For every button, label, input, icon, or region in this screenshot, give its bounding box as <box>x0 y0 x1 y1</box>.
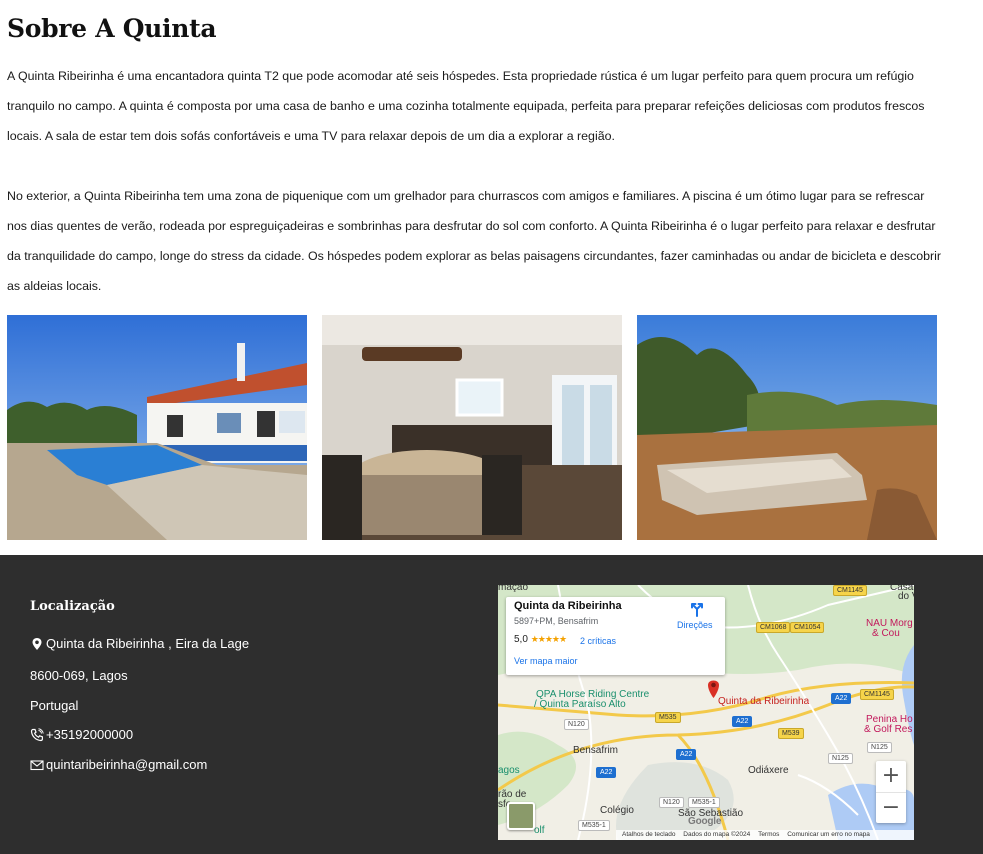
zoom-out-button[interactable]: − <box>876 792 906 823</box>
phone-line[interactable]: +35192000000 <box>30 727 133 742</box>
place-name: Quinta da Ribeirinha <box>514 600 622 612</box>
map-label-golf: olf <box>534 825 545 836</box>
directions-icon[interactable] <box>689 601 705 617</box>
zoom-controls: + − <box>876 761 906 823</box>
road-tag: A22 <box>676 749 697 760</box>
phone-icon <box>30 727 44 742</box>
map-label-top-right-2: do V <box>898 591 914 602</box>
email-line[interactable]: quintaribeirinha@gmail.com <box>30 757 207 772</box>
address-line-1-text: Quinta da Ribeirinha , Eira da Lage <box>46 636 250 651</box>
road-tag: CM1068 <box>756 622 791 633</box>
place-rating: 5,0 ★★★★★ <box>514 634 567 645</box>
road-tag: A22 <box>596 767 617 778</box>
envelope-icon <box>30 758 44 772</box>
kitchen-dining-photo[interactable] <box>322 315 622 540</box>
map-label-penina-2: & Golf Res <box>864 724 913 735</box>
view-larger-map-link[interactable]: Ver mapa maior <box>514 656 578 666</box>
address-line-1: Quinta da Ribeirinha , Eira da Lage <box>30 636 249 651</box>
reviews-link[interactable]: 2 críticas <box>580 636 616 646</box>
house-with-pool-photo[interactable] <box>7 315 307 540</box>
road-tag: CM1054 <box>790 622 825 633</box>
location-map[interactable]: Quinta da Ribeirinha QPA Horse Riding Ce… <box>498 585 914 840</box>
road-tag: A22 <box>732 716 753 727</box>
keyboard-shortcuts-link[interactable]: Atalhos de teclado <box>622 831 675 838</box>
road-tag: N120 <box>659 797 684 808</box>
garden-stone-planter-photo[interactable] <box>637 315 937 540</box>
map-label-lagos: agos <box>498 765 520 776</box>
address-line-2: 8600-069, Lagos <box>30 668 128 683</box>
directions-link[interactable]: Direções <box>677 620 713 630</box>
map-label-bensafrim: Bensafrim <box>573 745 619 756</box>
address-country: Portugal <box>30 698 79 713</box>
about-paragraph-1: A Quinta Ribeirinha é uma encantadora qu… <box>7 69 925 143</box>
road-tag: M535-1 <box>688 797 720 808</box>
map-label-nau-2: & Cou <box>872 628 900 639</box>
phone-text: +35192000000 <box>46 727 134 742</box>
road-tag: M539 <box>778 728 804 739</box>
road-tag: M535 <box>655 712 681 723</box>
photo-gallery <box>7 315 942 540</box>
road-tag: CM1145 <box>860 689 894 700</box>
map-attribution: Atalhos de teclado Dados do mapa ©2024 T… <box>616 830 914 840</box>
road-tag: N125 <box>828 753 853 764</box>
place-info-card: Quinta da Ribeirinha 5897+PM, Bensafrim … <box>506 597 725 675</box>
location-title: Localização <box>30 599 115 614</box>
email-text: quintaribeirinha@gmail.com <box>46 757 208 772</box>
footer: Localização Quinta da Ribeirinha , Eira … <box>0 555 983 854</box>
zoom-in-button[interactable]: + <box>876 761 906 792</box>
map-label-qpa-2: / Quinta Paraíso Alto <box>534 699 626 710</box>
terms-link[interactable]: Termos <box>758 831 779 838</box>
road-tag: A22 <box>831 693 852 704</box>
rating-stars-icon: ★★★★★ <box>530 634 567 644</box>
place-plus-code: 5897+PM, Bensafrim <box>514 616 599 626</box>
road-tag: M535-1 <box>578 820 610 831</box>
map-pin-icon <box>30 637 44 651</box>
road-tag: N125 <box>867 742 892 753</box>
map-layer-toggle[interactable] <box>507 802 535 830</box>
section-title: Sobre A Quinta <box>7 14 217 43</box>
about-paragraph-2: No exterior, a Quinta Ribeirinha tem uma… <box>7 189 941 293</box>
road-tag: N120 <box>564 719 589 730</box>
map-label-top-left: maçao <box>498 585 529 593</box>
map-label-odiaxere: Odiáxere <box>748 765 789 776</box>
rating-value: 5,0 <box>514 634 528 645</box>
google-logo: Google <box>688 816 722 827</box>
map-label-colegio: Colégio <box>600 805 634 816</box>
map-data-text: Dados do mapa ©2024 <box>683 831 751 838</box>
report-error-link[interactable]: Comunicar um erro no mapa <box>787 831 870 838</box>
road-tag: CM1145 <box>833 585 867 596</box>
map-marker-label[interactable]: Quinta da Ribeirinha <box>718 696 809 707</box>
